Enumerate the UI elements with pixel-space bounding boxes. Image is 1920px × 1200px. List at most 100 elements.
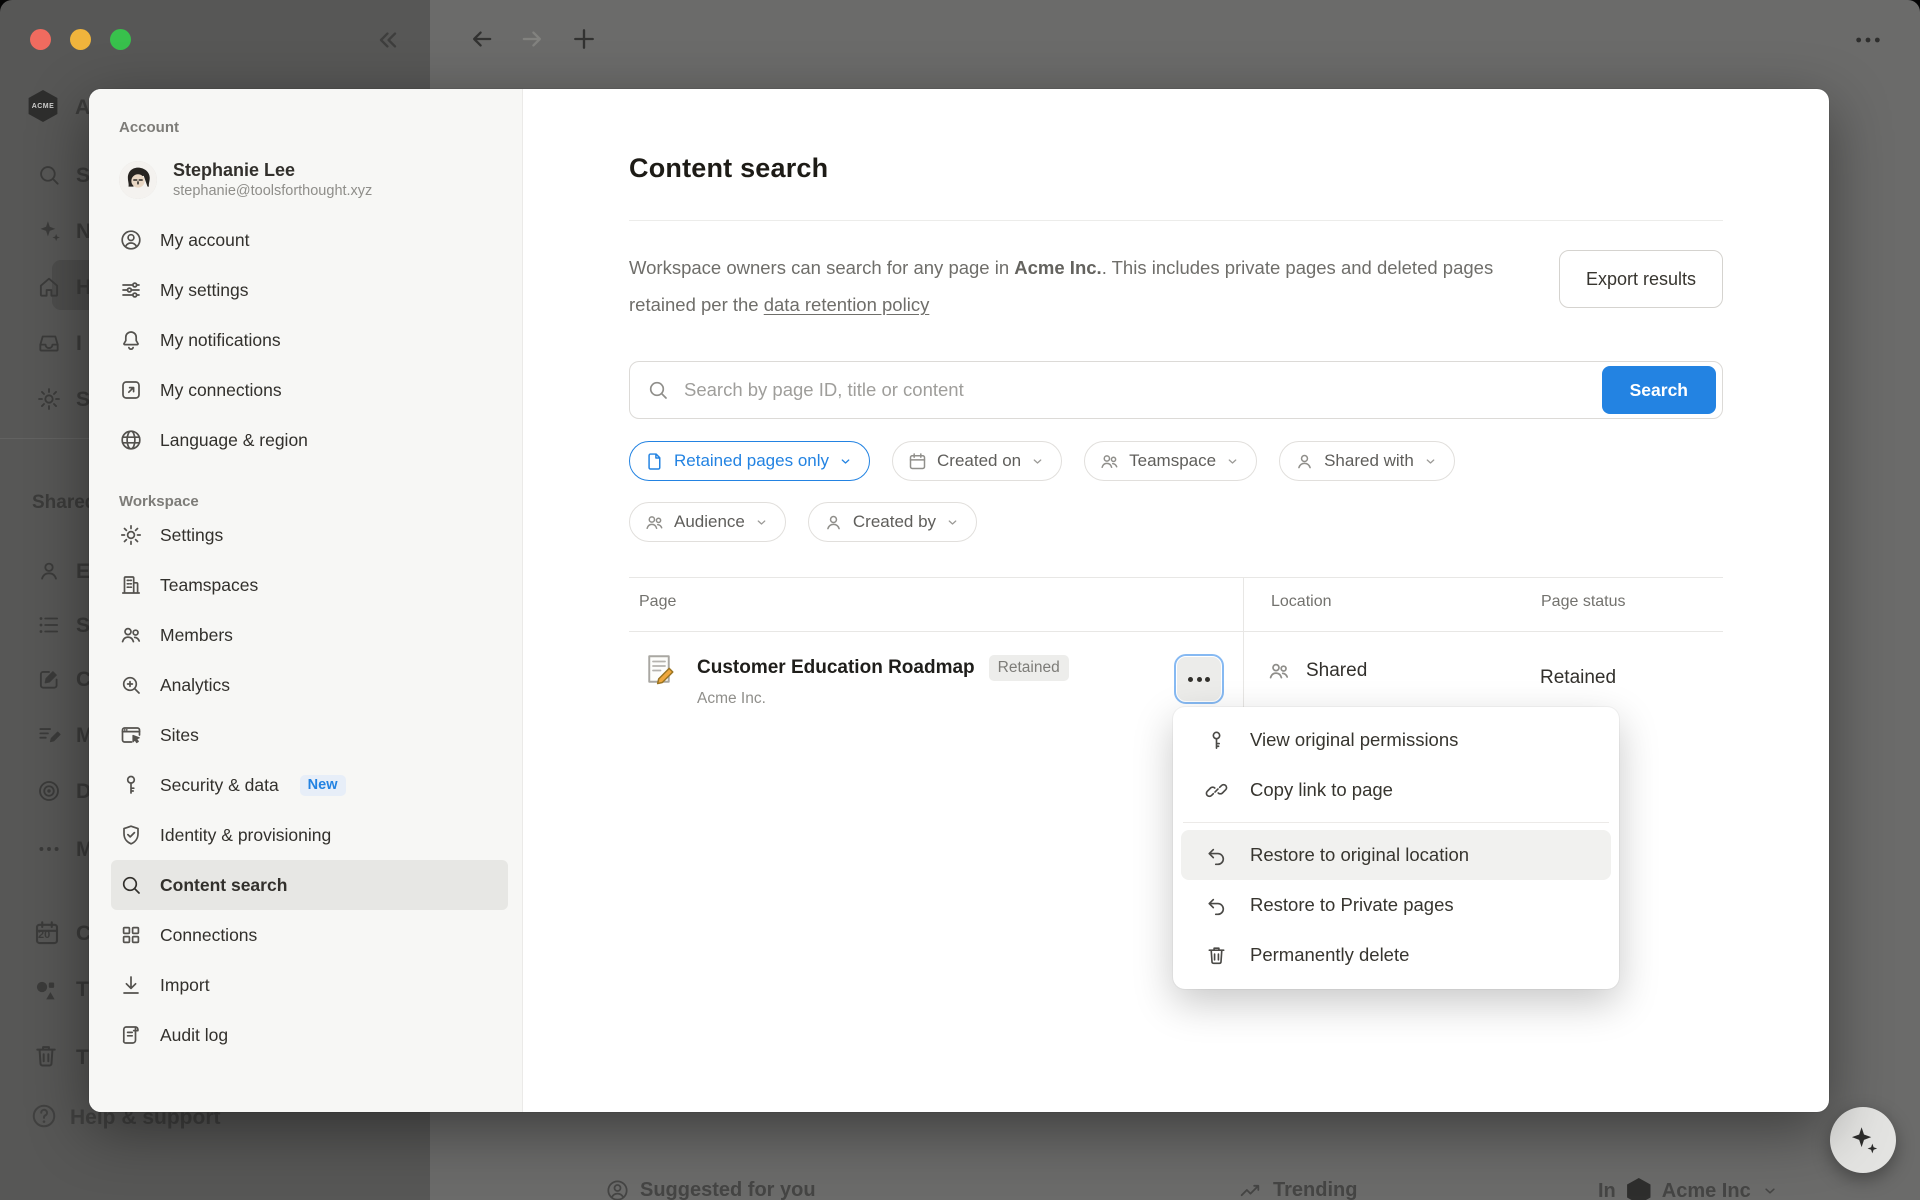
people-icon: [1099, 451, 1120, 472]
menu-item-copy-link-to-page[interactable]: Copy link to page: [1181, 765, 1611, 815]
sidebar-item-teamspaces[interactable]: Teamspaces: [111, 560, 508, 610]
sidebar-item-my-connections[interactable]: My connections: [111, 365, 508, 415]
page-title: Content search: [629, 153, 828, 184]
trash-icon[interactable]: [32, 1042, 60, 1070]
chevron-down-icon: [1761, 1182, 1779, 1200]
data-retention-policy-link[interactable]: data retention policy: [764, 294, 930, 315]
search-bar: Search: [629, 361, 1723, 419]
more-icon[interactable]: [36, 836, 62, 862]
column-header-page-status: Page status: [1541, 593, 1626, 611]
export-results-button[interactable]: Export results: [1559, 250, 1723, 308]
workspace-scope-selector[interactable]: In Acme Inc: [1598, 1178, 1779, 1200]
sidebar-item-analytics[interactable]: Analytics: [111, 660, 508, 710]
sidebar-item-search[interactable]: S: [76, 164, 90, 188]
sidebar-item-members[interactable]: Members: [111, 610, 508, 660]
traffic-light-close[interactable]: [30, 29, 51, 50]
sidebar-item-my-notifications[interactable]: My notifications: [111, 315, 508, 365]
menu-item-restore-to-private-pages[interactable]: Restore to Private pages: [1181, 880, 1611, 930]
user-email: stephanie@toolsforthought.xyz: [173, 182, 372, 201]
sidebar-item-identity-provisioning[interactable]: Identity & provisioning: [111, 810, 508, 860]
new-tab-icon[interactable]: [570, 25, 598, 53]
external-link-icon: [119, 378, 143, 402]
sidebar-item-inbox[interactable]: I: [76, 332, 82, 356]
gear-icon[interactable]: [36, 386, 62, 412]
nav-back-icon[interactable]: [468, 25, 496, 53]
row-actions-button[interactable]: [1177, 657, 1221, 701]
shield-check-icon: [119, 823, 143, 847]
sidebar-item-audit-log[interactable]: Audit log: [111, 1010, 508, 1060]
workspace-logo-small: [1626, 1178, 1652, 1200]
nav-forward-icon[interactable]: [518, 25, 546, 53]
filter-created-by[interactable]: Created by: [808, 502, 977, 542]
page-target-icon[interactable]: [36, 778, 62, 804]
person-icon: [1294, 451, 1315, 472]
calendar-icon: [907, 451, 928, 472]
sidebar-item-import[interactable]: Import: [111, 960, 508, 1010]
sidebar-item-connections[interactable]: Connections: [111, 910, 508, 960]
menu-item-permanently-delete[interactable]: Permanently delete: [1181, 930, 1611, 980]
page-compose-icon[interactable]: [36, 666, 62, 692]
row-actions-menu: View original permissions Copy link to p…: [1173, 707, 1619, 989]
sidebar-item-sites[interactable]: Sites: [111, 710, 508, 760]
table-row[interactable]: Customer Education Roadmap Retained: [697, 655, 1069, 681]
search-button[interactable]: Search: [1602, 366, 1716, 414]
sidebar-item-settings[interactable]: Settings: [111, 510, 508, 560]
inbox-icon[interactable]: [36, 330, 62, 356]
menu-item-view-original-permissions[interactable]: View original permissions: [1181, 715, 1611, 765]
retained-badge: Retained: [989, 655, 1069, 681]
sidebar-item-content-search[interactable]: Content search: [111, 860, 508, 910]
ai-fab-button[interactable]: [1830, 1107, 1896, 1173]
chevron-down-icon: [754, 515, 769, 530]
trending-tab[interactable]: Trending: [1238, 1178, 1357, 1200]
search-icon[interactable]: [36, 162, 62, 188]
filter-retained-pages-only[interactable]: Retained pages only: [629, 441, 870, 481]
people-icon: [1267, 659, 1291, 683]
app-window: ACME A S N H I S Shared E S C M D M 20 C…: [0, 0, 1920, 1200]
sidebar-item-trash[interactable]: T: [76, 1046, 89, 1070]
column-header-page: Page: [639, 593, 676, 611]
ai-sparkle-icon[interactable]: [36, 218, 62, 244]
traffic-light-zoom[interactable]: [110, 29, 131, 50]
chevron-down-icon: [1030, 454, 1045, 469]
sidebar-page-item[interactable]: E: [76, 560, 90, 584]
search-icon: [646, 378, 670, 402]
account-user-row[interactable]: Stephanie Lee stephanie@toolsforthought.…: [119, 158, 508, 201]
search-input[interactable]: [670, 379, 1602, 401]
sidebar-item-settings[interactable]: S: [76, 388, 90, 412]
sidebar-item-my-account[interactable]: My account: [111, 215, 508, 265]
sidebar-item-security-data[interactable]: Security & data New: [111, 760, 508, 810]
scroll-icon: [119, 1023, 143, 1047]
key-icon: [1205, 729, 1228, 752]
sidebar-collapse-icon[interactable]: [374, 26, 402, 54]
filter-created-on[interactable]: Created on: [892, 441, 1062, 481]
link-icon: [1205, 779, 1228, 802]
help-question-icon[interactable]: [30, 1102, 58, 1130]
filter-shared-with[interactable]: Shared with: [1279, 441, 1455, 481]
suggested-for-you-tab[interactable]: Suggested for you: [605, 1178, 816, 1200]
sidebar-item-templates[interactable]: T: [76, 978, 89, 1002]
filter-audience[interactable]: Audience: [629, 502, 786, 542]
person-icon: [823, 512, 844, 533]
chevron-down-icon: [1225, 454, 1240, 469]
calendar-icon[interactable]: 20: [32, 918, 62, 948]
workspace-logo[interactable]: ACME: [27, 90, 59, 122]
chevron-down-icon: [945, 515, 960, 530]
sidebar-page-item[interactable]: S: [76, 614, 90, 638]
new-badge: New: [300, 775, 346, 796]
traffic-light-minimize[interactable]: [70, 29, 91, 50]
filter-teamspace[interactable]: Teamspace: [1084, 441, 1257, 481]
sidebar-item-my-settings[interactable]: My settings: [111, 265, 508, 315]
row-page-title[interactable]: Customer Education Roadmap: [697, 657, 975, 679]
home-icon[interactable]: [36, 274, 62, 300]
row-page-workspace: Acme Inc.: [697, 690, 766, 708]
menu-item-restore-to-original-location[interactable]: Restore to original location: [1181, 830, 1611, 880]
filter-row-1: Retained pages only Created on Teamspace…: [629, 441, 1455, 481]
templates-shapes-icon[interactable]: [32, 976, 60, 1004]
sidebar-item-language-region[interactable]: Language & region: [111, 415, 508, 465]
page-notes-icon[interactable]: [36, 722, 62, 748]
page-person-icon[interactable]: [36, 558, 62, 584]
people-icon: [119, 623, 143, 647]
page-list-icon[interactable]: [36, 612, 62, 638]
window-more-icon[interactable]: [1852, 24, 1884, 56]
content-search-panel: Content search Workspace owners can sear…: [523, 89, 1829, 1112]
